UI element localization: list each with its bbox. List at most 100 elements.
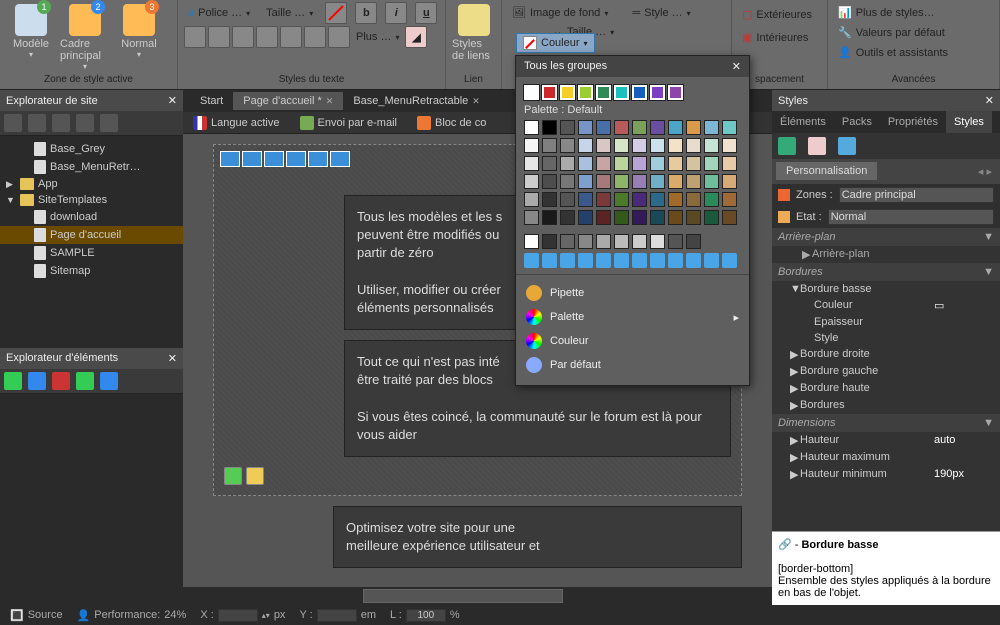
horizontal-scrollbar[interactable] <box>183 587 772 605</box>
color-swatch[interactable] <box>722 120 737 135</box>
close-icon[interactable]: ✕ <box>168 94 177 107</box>
color-swatch[interactable] <box>668 192 683 207</box>
subtab-personalization[interactable]: Personnalisation <box>776 162 877 180</box>
color-swatch[interactable] <box>560 210 575 225</box>
prop-category[interactable]: Dimensions▼ <box>772 414 1000 432</box>
color-swatch[interactable] <box>578 120 593 135</box>
color-swatch[interactable] <box>596 210 611 225</box>
color-swatch[interactable] <box>722 210 737 225</box>
prop-row[interactable]: ▶Bordures <box>772 397 1000 414</box>
color-swatch[interactable] <box>668 234 683 249</box>
eyedropper-icon[interactable] <box>596 253 611 268</box>
eyedropper-icon[interactable] <box>722 253 737 268</box>
tab-packs[interactable]: Packs <box>834 111 880 133</box>
tree-item[interactable]: Base_Grey <box>0 140 183 158</box>
couleur-dropdown-open[interactable]: Couleur▾ <box>516 33 595 53</box>
toolbar-btn[interactable] <box>838 137 856 155</box>
tab-properties[interactable]: Propriétés <box>880 111 946 133</box>
color-swatch[interactable] <box>524 210 539 225</box>
eyedropper-icon[interactable] <box>632 253 647 268</box>
color-swatch[interactable] <box>668 138 683 153</box>
color-swatch[interactable] <box>650 138 665 153</box>
handle[interactable] <box>220 151 240 167</box>
color-swatch[interactable] <box>596 192 611 207</box>
color-swatch[interactable] <box>686 234 701 249</box>
bg-image-dropdown[interactable]: 🖼 Image de fond ═ Style … <box>508 4 695 21</box>
color-swatch[interactable] <box>668 210 683 225</box>
handle[interactable] <box>330 151 350 167</box>
color-swatch[interactable] <box>686 156 701 171</box>
color-swatch[interactable] <box>542 210 557 225</box>
y-input[interactable] <box>317 609 357 622</box>
handle[interactable] <box>286 151 306 167</box>
color-swatch[interactable] <box>524 120 539 135</box>
color-swatch[interactable] <box>596 174 611 189</box>
toolbar-btn[interactable] <box>76 114 94 132</box>
italic-button[interactable]: i <box>385 2 407 24</box>
style-btn-2[interactable] <box>208 26 230 48</box>
color-swatch[interactable] <box>578 156 593 171</box>
tab-start[interactable]: Start <box>190 92 233 110</box>
prop-row[interactable]: ▶Hauteur minimum190px <box>772 466 1000 483</box>
style-btn-1[interactable] <box>184 26 206 48</box>
main-frame-button[interactable]: 2Cadre principal▾ <box>60 2 110 71</box>
tree-item[interactable]: ▶App <box>0 176 183 192</box>
tab-styles[interactable]: Styles <box>946 111 992 133</box>
font-dropdown[interactable]: aPolice … <box>184 5 254 21</box>
color-swatch[interactable] <box>560 192 575 207</box>
eyedropper-icon[interactable] <box>686 253 701 268</box>
style-btn-4[interactable] <box>256 26 278 48</box>
color-swatch[interactable] <box>632 192 647 207</box>
tree-item[interactable]: Sitemap <box>0 262 183 280</box>
eraser-icon[interactable]: ◢ <box>405 26 427 48</box>
style-btn-5[interactable] <box>280 26 302 48</box>
active-language[interactable]: Langue active <box>193 116 280 130</box>
color-swatch[interactable] <box>668 174 683 189</box>
prop-row[interactable]: ▶Bordure droite <box>772 346 1000 363</box>
color-swatch[interactable] <box>686 174 701 189</box>
color-swatch[interactable] <box>650 120 665 135</box>
prop-row[interactable]: Epaisseur <box>772 314 1000 330</box>
color-swatch[interactable] <box>686 210 701 225</box>
color-swatch[interactable] <box>632 210 647 225</box>
color-swatch[interactable] <box>578 174 593 189</box>
handle[interactable] <box>242 151 262 167</box>
eyedropper-icon[interactable] <box>578 253 593 268</box>
color-swatch[interactable] <box>722 138 737 153</box>
popup-menu-item[interactable]: Couleur <box>524 329 741 353</box>
color-swatch[interactable] <box>722 192 737 207</box>
color-swatch[interactable] <box>542 120 557 135</box>
toolbar-btn[interactable] <box>52 114 70 132</box>
color-swatch[interactable] <box>596 120 611 135</box>
popup-menu-item[interactable]: Par défaut <box>524 353 741 377</box>
color-swatch[interactable] <box>650 174 665 189</box>
style-btn-3[interactable] <box>232 26 254 48</box>
prop-row[interactable]: ▶Hauteur maximum <box>772 449 1000 466</box>
style-btn-6[interactable] <box>304 26 326 48</box>
close-icon[interactable]: ✕ <box>326 96 334 107</box>
color-swatch[interactable] <box>614 138 629 153</box>
go-icon[interactable] <box>224 467 242 485</box>
source-button[interactable]: 🔳 Source <box>10 609 63 622</box>
prop-row[interactable]: ▶Bordure haute <box>772 380 1000 397</box>
color-swatch[interactable] <box>542 156 557 171</box>
color-swatch[interactable] <box>524 192 539 207</box>
underline-button[interactable]: u <box>415 2 437 24</box>
color-swatch[interactable] <box>704 174 719 189</box>
prop-row[interactable]: ▼Bordure basse <box>772 281 1000 297</box>
color-swatch[interactable] <box>596 234 611 249</box>
color-swatch[interactable] <box>524 156 539 171</box>
color-swatch[interactable] <box>524 85 539 100</box>
color-swatch[interactable] <box>560 156 575 171</box>
code-block[interactable]: Bloc de co <box>417 116 486 130</box>
size-dropdown[interactable]: Taille … <box>262 5 317 21</box>
tree-item[interactable]: Page d'accueil <box>0 226 183 244</box>
color-swatch[interactable] <box>722 156 737 171</box>
color-swatch[interactable] <box>542 85 557 100</box>
color-swatch[interactable] <box>560 138 575 153</box>
color-swatch[interactable] <box>578 234 593 249</box>
eyedropper-icon[interactable] <box>560 253 575 268</box>
tree-item[interactable]: SAMPLE <box>0 244 183 262</box>
color-swatch[interactable] <box>686 138 701 153</box>
color-swatch[interactable] <box>578 210 593 225</box>
